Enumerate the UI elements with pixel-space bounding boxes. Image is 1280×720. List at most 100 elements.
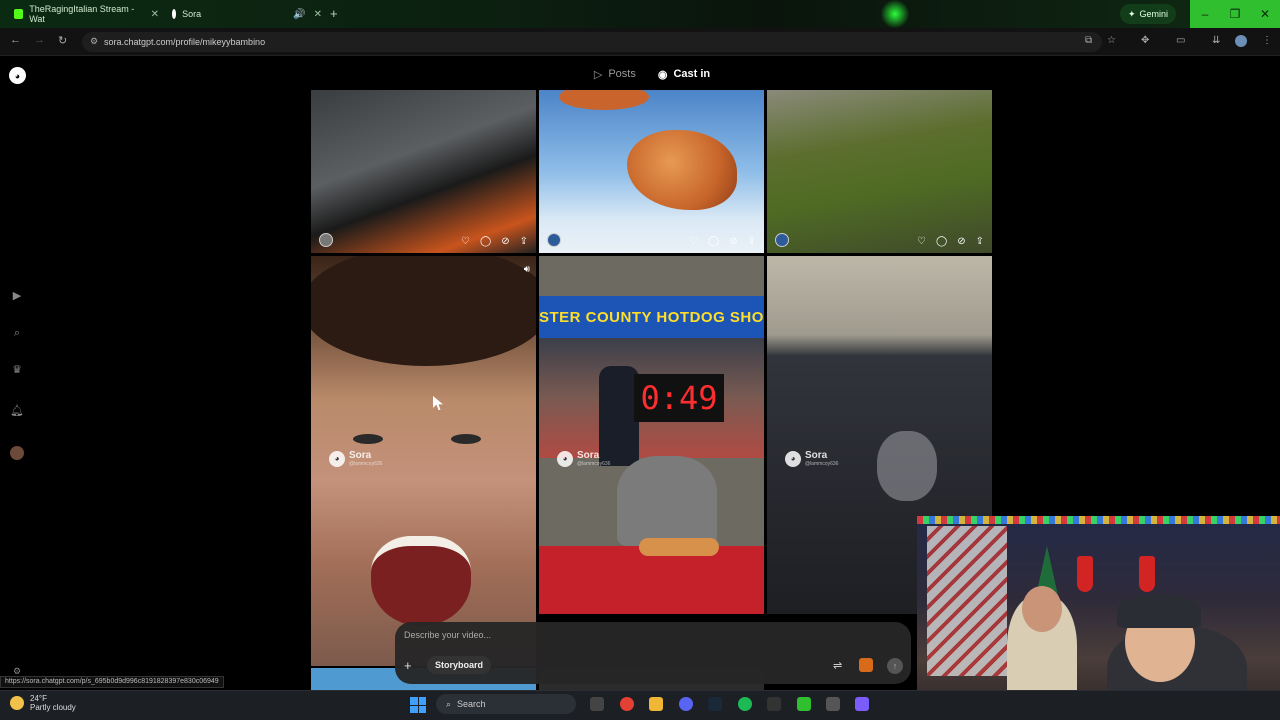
video-tile[interactable]: ♡ ◯ ⊘ ⇪ bbox=[539, 90, 764, 253]
windows-taskbar bbox=[0, 690, 1280, 720]
file-explorer-icon[interactable] bbox=[649, 697, 663, 711]
watermark-handle: @lammcoy636 bbox=[805, 461, 839, 467]
windows-start-icon[interactable] bbox=[410, 697, 426, 713]
weather-icon bbox=[10, 696, 24, 710]
kick-icon bbox=[14, 9, 24, 19]
home-icon[interactable]: ▶ bbox=[10, 289, 24, 303]
bookmark-star-icon[interactable]: ☆ bbox=[1107, 35, 1116, 46]
watermark-handle: @lammcoy636 bbox=[349, 461, 383, 467]
search-icon[interactable]: ⌕ bbox=[10, 326, 24, 340]
heart-icon[interactable]: ♡ bbox=[461, 236, 470, 247]
comment-icon[interactable]: ◯ bbox=[708, 236, 719, 247]
video-tile[interactable]: STER COUNTY HOTDOG SHOWDO 0:49 ◕ Sora@la… bbox=[539, 256, 764, 614]
trophy-icon[interactable]: ♛ bbox=[10, 363, 24, 377]
watermark-brand: Sora bbox=[805, 450, 828, 461]
comment-icon[interactable]: ◯ bbox=[936, 236, 947, 247]
comment-icon[interactable]: ◯ bbox=[480, 236, 491, 247]
close-icon[interactable]: ✕ bbox=[151, 9, 159, 20]
heart-icon[interactable]: ♡ bbox=[917, 236, 926, 247]
avatar[interactable] bbox=[547, 233, 561, 247]
epic-games-icon[interactable] bbox=[767, 697, 781, 711]
stocking bbox=[1139, 556, 1155, 592]
remix-icon[interactable]: ⊘ bbox=[957, 236, 965, 247]
heart-icon[interactable]: ♡ bbox=[689, 236, 698, 247]
avatar[interactable] bbox=[10, 446, 24, 460]
sora-watermark: ◕ Sora @lammcoy636 bbox=[557, 450, 610, 467]
weather-temp: 24°F bbox=[30, 694, 47, 703]
profile-avatar[interactable] bbox=[1235, 35, 1247, 47]
sora-icon: ◕ bbox=[557, 450, 573, 467]
tab-posts-label: Posts bbox=[608, 68, 636, 80]
install-icon[interactable]: ⧉ bbox=[1085, 35, 1092, 46]
new-tab-button[interactable]: + bbox=[330, 6, 338, 21]
minimize-button[interactable]: – bbox=[1190, 0, 1220, 28]
gift-icon[interactable] bbox=[859, 658, 873, 672]
close-icon[interactable]: ✕ bbox=[314, 9, 322, 20]
discord-icon[interactable] bbox=[679, 697, 693, 711]
task-view-icon[interactable] bbox=[590, 697, 604, 711]
tab-stream[interactable]: TheRagingItalian Stream - Wat ✕ bbox=[14, 4, 159, 24]
video-tile[interactable]: ♡ ◯ ⊘ ⇪ bbox=[767, 90, 992, 253]
close-window-button[interactable]: ✕ bbox=[1250, 0, 1280, 28]
maximize-button[interactable]: ❐ bbox=[1220, 0, 1250, 28]
url-bar[interactable]: ⚙ sora.chatgpt.com/profile/mikeyybambino bbox=[82, 32, 1102, 52]
watermark-brand: Sora bbox=[349, 450, 372, 461]
tab-posts[interactable]: ▷ Posts bbox=[594, 68, 636, 81]
image-content bbox=[539, 546, 764, 614]
chrome-icon[interactable] bbox=[620, 697, 634, 711]
weather-widget[interactable]: 24°F Partly cloudy bbox=[10, 694, 76, 712]
profile-tabs: ▷ Posts ◉ Cast in bbox=[310, 58, 994, 90]
image-content bbox=[617, 456, 717, 546]
banner-text: STER COUNTY HOTDOG SHOWDO bbox=[539, 296, 764, 338]
video-tile[interactable]: ♡ ◯ ⊘ ⇪ bbox=[311, 90, 536, 253]
menu-icon[interactable]: ⋮ bbox=[1262, 35, 1272, 46]
sora-logo-icon[interactable]: ◕ bbox=[9, 67, 26, 84]
stocking bbox=[1077, 556, 1093, 592]
app-icon[interactable] bbox=[826, 697, 840, 711]
person-circle-icon: ◉ bbox=[657, 68, 668, 81]
prompt-input[interactable]: Describe your video... bbox=[404, 630, 491, 640]
image-content bbox=[877, 431, 937, 501]
forward-icon[interactable]: → bbox=[34, 34, 45, 46]
tab-sora[interactable]: Sora 🔊 ✕ bbox=[172, 4, 322, 24]
storyboard-button[interactable]: Storyboard bbox=[427, 656, 492, 674]
settings-sliders-icon[interactable]: ⇌ bbox=[833, 659, 842, 672]
volume-icon[interactable]: 🔊︎ bbox=[524, 264, 530, 275]
sora-watermark: ◕ Sora @lammcoy636 bbox=[785, 450, 838, 467]
spotify-icon[interactable] bbox=[738, 697, 752, 711]
reload-icon[interactable]: ↻ bbox=[58, 34, 67, 47]
streamer-head bbox=[1022, 586, 1062, 632]
share-icon[interactable]: ⇪ bbox=[748, 236, 756, 247]
back-icon[interactable]: ← bbox=[10, 34, 21, 46]
video-tile[interactable]: 🔊︎ ◕ Sora @lammcoy636 bbox=[311, 256, 536, 666]
watermark-handle: @lammcoy636 bbox=[577, 461, 611, 467]
extensions-icon[interactable]: ✥ bbox=[1141, 35, 1149, 46]
gemini-button[interactable]: ✦ Gemini bbox=[1120, 4, 1177, 24]
string-lights bbox=[917, 516, 1280, 524]
add-button[interactable]: + bbox=[404, 659, 418, 673]
image-content bbox=[353, 434, 383, 444]
gemini-label: Gemini bbox=[1139, 9, 1169, 19]
prompt-composer[interactable]: Describe your video... + Storyboard ⇌ ↑ bbox=[395, 622, 911, 684]
downloads-icon[interactable]: ⇊ bbox=[1212, 35, 1220, 46]
avatar[interactable] bbox=[775, 233, 789, 247]
send-button[interactable]: ↑ bbox=[887, 658, 903, 674]
share-icon[interactable]: ⇪ bbox=[976, 236, 984, 247]
sora-icon: ◕ bbox=[329, 450, 345, 467]
remix-icon[interactable]: ⊘ bbox=[501, 236, 509, 247]
app-icon[interactable] bbox=[797, 697, 811, 711]
site-info-icon[interactable]: ⚙ bbox=[90, 36, 98, 47]
sparkle-icon: ✦ bbox=[1128, 8, 1136, 19]
taskbar-search[interactable]: ⌕ Search bbox=[436, 694, 576, 714]
speaker-icon[interactable]: 🔊 bbox=[293, 9, 305, 20]
remix-icon[interactable]: ⊘ bbox=[729, 236, 737, 247]
sidepanel-icon[interactable]: ▭ bbox=[1176, 35, 1185, 46]
sora-watermark: ◕ Sora @lammcoy636 bbox=[329, 450, 382, 467]
link-status-tooltip: https://sora.chatgpt.com/p/s_695b0d9d996… bbox=[0, 676, 224, 688]
app-icon[interactable] bbox=[855, 697, 869, 711]
steam-icon[interactable] bbox=[708, 697, 722, 711]
tab-cast-in[interactable]: ◉ Cast in bbox=[658, 68, 710, 81]
share-icon[interactable]: ⇪ bbox=[520, 236, 528, 247]
avatar[interactable] bbox=[319, 233, 333, 247]
bell-icon[interactable]: 🔔︎ bbox=[10, 404, 24, 418]
